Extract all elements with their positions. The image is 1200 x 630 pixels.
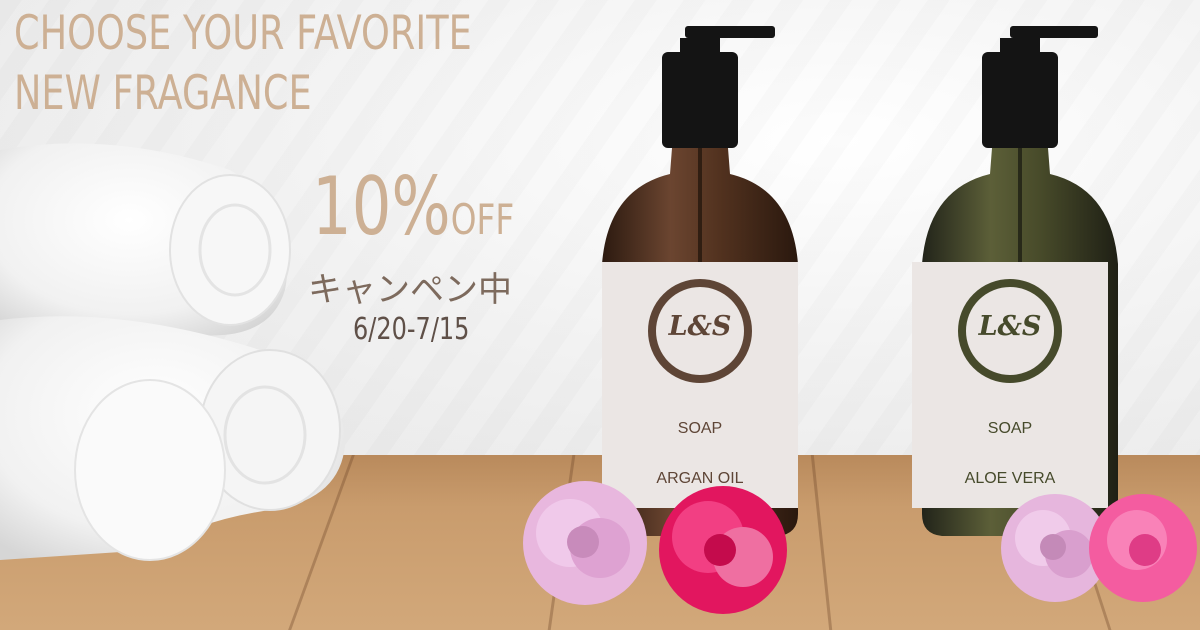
- discount-badge: 10%OFF: [312, 160, 514, 253]
- campaign-dates: 6/20-7/15: [353, 312, 470, 347]
- discount-number: 10%: [312, 160, 451, 253]
- campaign-label: キャンペン中: [308, 270, 512, 310]
- headline-line-2: NEW FRAGANCE: [14, 66, 312, 121]
- pink-rose-flower: [523, 481, 647, 605]
- pink-rose-flower: [1089, 494, 1197, 602]
- label-logo-aloe: L&S: [978, 311, 1042, 342]
- discount-suffix: OFF: [450, 195, 515, 244]
- label-logo-argan: L&S: [668, 311, 732, 342]
- magenta-carnation-flower: [659, 486, 787, 614]
- headline: CHOOSE YOUR FAVORITE NEW FRAGANCE: [14, 4, 472, 124]
- label-variant-aloe: ALOE VERA: [964, 470, 1056, 487]
- label-type-aloe: SOAP: [987, 420, 1033, 437]
- headline-line-1: CHOOSE YOUR FAVORITE: [14, 6, 472, 61]
- rolled-towels-image: [0, 143, 345, 561]
- label-type-argan: SOAP: [677, 420, 723, 437]
